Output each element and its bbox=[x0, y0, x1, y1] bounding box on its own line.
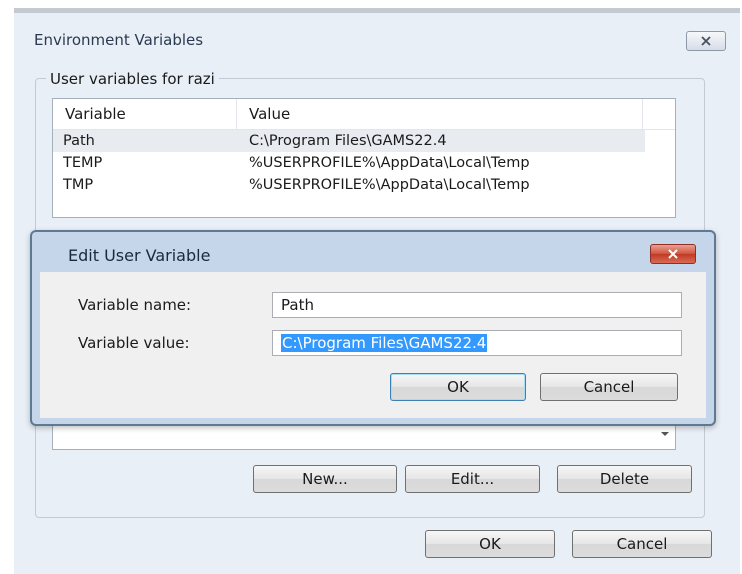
user-variables-list[interactable]: Variable Value Path C:\Program Files\GAM… bbox=[52, 98, 676, 218]
table-row[interactable]: TEMP %USERPROFILE%\AppData\Local\Temp bbox=[53, 152, 675, 174]
title-bar: Environment Variables bbox=[14, 13, 740, 61]
new-button[interactable]: New... bbox=[253, 465, 397, 493]
dialog-cancel-button[interactable]: Cancel bbox=[540, 373, 678, 401]
variable-name-label: Variable name: bbox=[78, 296, 192, 314]
dialog-ok-button[interactable]: OK bbox=[390, 373, 526, 401]
delete-button[interactable]: Delete bbox=[557, 465, 692, 493]
table-row[interactable]: TMP %USERPROFILE%\AppData\Local\Temp bbox=[53, 174, 675, 196]
list-header: Variable Value bbox=[53, 99, 675, 130]
edit-button[interactable]: Edit... bbox=[405, 465, 540, 493]
row-variable: TMP bbox=[63, 177, 94, 193]
close-button[interactable] bbox=[686, 31, 726, 51]
row-variable: TEMP bbox=[63, 155, 103, 171]
dialog-body: Variable name: Path Variable value: C:\P… bbox=[40, 272, 706, 418]
variable-name-field[interactable]: Path bbox=[272, 292, 682, 318]
close-icon bbox=[668, 249, 678, 259]
column-header-variable[interactable]: Variable bbox=[53, 99, 237, 129]
user-variables-group-label: User variables for razi bbox=[46, 70, 219, 88]
row-value: %USERPROFILE%\AppData\Local\Temp bbox=[249, 155, 530, 171]
variable-value-label: Variable value: bbox=[78, 334, 190, 352]
variable-value-field[interactable]: C:\Program Files\GAMS22.4 bbox=[272, 330, 682, 356]
chevron-down-icon bbox=[661, 431, 669, 436]
row-value: C:\Program Files\GAMS22.4 bbox=[249, 133, 447, 149]
close-icon bbox=[701, 36, 711, 46]
dialog-title-bar: Edit User Variable bbox=[32, 232, 714, 274]
row-variable: Path bbox=[63, 133, 95, 149]
table-row[interactable]: Path C:\Program Files\GAMS22.4 bbox=[53, 130, 645, 152]
dialog-close-button[interactable] bbox=[650, 244, 696, 264]
dialog-title: Edit User Variable bbox=[68, 246, 211, 265]
row-value: %USERPROFILE%\AppData\Local\Temp bbox=[249, 177, 530, 193]
window-title: Environment Variables bbox=[34, 31, 204, 49]
edit-user-variable-dialog: Edit User Variable Variable name: Path V… bbox=[30, 230, 716, 426]
variable-value-selected-text: C:\Program Files\GAMS22.4 bbox=[281, 334, 488, 352]
ok-button[interactable]: OK bbox=[425, 530, 555, 558]
cancel-button[interactable]: Cancel bbox=[572, 530, 712, 558]
column-header-value[interactable]: Value bbox=[237, 99, 643, 129]
